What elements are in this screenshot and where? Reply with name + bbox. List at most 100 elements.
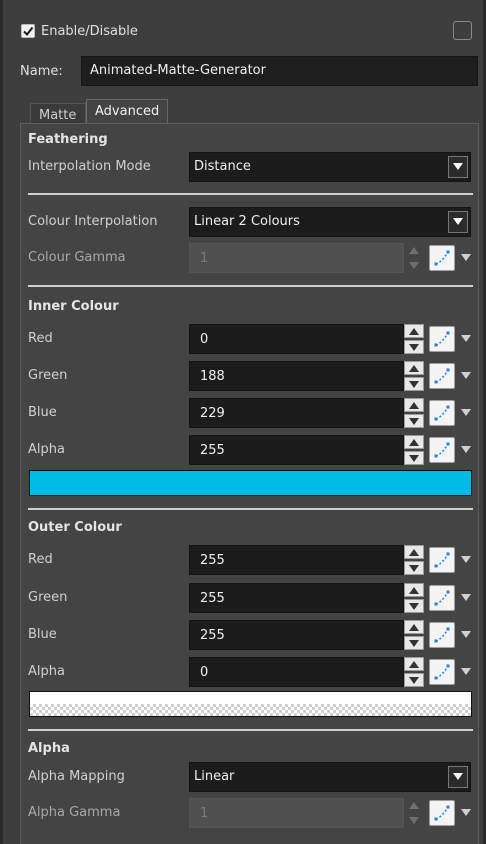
outer-colour-swatch[interactable]	[29, 691, 472, 717]
interpolation-mode-select[interactable]: Distance	[189, 152, 471, 182]
alpha-gamma-label: Alpha Gamma	[28, 805, 121, 820]
outer-alpha-stepper[interactable]	[404, 657, 424, 687]
arrow-up-icon	[409, 660, 419, 668]
function-curve-icon[interactable]	[429, 245, 455, 271]
arrow-down-icon	[409, 380, 419, 388]
interpolation-mode-label: Interpolation Mode	[28, 159, 151, 174]
arrow-up-icon	[409, 401, 419, 409]
tab-matte[interactable]: Matte	[30, 103, 86, 125]
outer-red-field[interactable]: 255	[189, 545, 404, 575]
arrow-up-icon	[409, 438, 419, 446]
tab-advanced[interactable]: Advanced	[86, 99, 168, 125]
inner-colour-title: Inner Colour	[28, 299, 119, 314]
name-label: Name:	[20, 64, 63, 79]
outer-blue-label: Blue	[28, 627, 57, 642]
colour-interpolation-select[interactable]: Linear 2 Colours	[189, 207, 471, 237]
chevron-down-icon[interactable]	[461, 631, 471, 639]
arrow-down-icon	[409, 417, 419, 425]
chevron-down-icon[interactable]	[461, 446, 471, 454]
outer-alpha-field[interactable]: 0	[189, 657, 404, 687]
alpha-mapping-label: Alpha Mapping	[28, 769, 125, 784]
chevron-down-icon[interactable]	[461, 254, 471, 262]
name-field[interactable]: Animated-Matte-Generator	[81, 56, 478, 86]
advanced-panel: Feathering Interpolation Mode Distance C…	[20, 123, 479, 844]
function-curve-icon[interactable]	[429, 326, 455, 352]
colour-interpolation-label: Colour Interpolation	[28, 214, 158, 229]
inner-green-label: Green	[28, 368, 68, 383]
inner-alpha-stepper[interactable]	[404, 435, 424, 465]
divider	[28, 285, 473, 287]
arrow-down-icon	[409, 639, 419, 647]
colour-gamma-field[interactable]: 1	[189, 243, 404, 273]
arrow-down-icon	[409, 676, 419, 684]
inner-alpha-label: Alpha	[28, 442, 65, 457]
chevron-down-icon[interactable]	[461, 335, 471, 343]
inner-colour-swatch[interactable]	[29, 470, 472, 496]
function-curve-icon[interactable]	[429, 622, 455, 648]
chevron-down-icon[interactable]	[461, 409, 471, 417]
function-curve-icon[interactable]	[429, 800, 455, 826]
enable-checkbox[interactable]	[21, 24, 35, 38]
chevron-down-icon[interactable]	[461, 668, 471, 676]
inner-alpha-field[interactable]: 255	[189, 435, 404, 465]
inner-blue-field[interactable]: 229	[189, 398, 404, 428]
function-curve-icon[interactable]	[429, 547, 455, 573]
layer-properties-panel: Enable/Disable Name: Animated-Matte-Gene…	[0, 0, 486, 844]
function-curve-icon[interactable]	[429, 363, 455, 389]
inner-blue-stepper[interactable]	[404, 398, 424, 428]
inner-red-stepper[interactable]	[404, 324, 424, 354]
alpha-mapping-select[interactable]: Linear	[189, 762, 471, 792]
outer-green-field[interactable]: 255	[189, 583, 404, 613]
alpha-mapping-value: Linear	[194, 769, 235, 784]
arrow-up-icon	[409, 364, 419, 372]
interpolation-mode-value: Distance	[194, 159, 251, 174]
outer-red-stepper[interactable]	[404, 545, 424, 575]
function-curve-icon[interactable]	[429, 659, 455, 685]
divider	[28, 729, 473, 731]
checkmark-icon	[23, 26, 34, 37]
enable-toggle[interactable]: Enable/Disable	[21, 20, 138, 42]
outer-colour-title: Outer Colour	[28, 520, 122, 535]
function-curve-icon[interactable]	[429, 437, 455, 463]
colour-interpolation-value: Linear 2 Colours	[194, 214, 300, 229]
arrow-up-icon	[409, 247, 419, 254]
arrow-up-icon	[409, 327, 419, 335]
outer-blue-stepper[interactable]	[404, 620, 424, 650]
inner-red-field[interactable]: 0	[189, 324, 404, 354]
enable-label: Enable/Disable	[41, 23, 138, 39]
colour-gamma-label: Colour Gamma	[28, 250, 126, 265]
chevron-down-icon[interactable]	[448, 766, 468, 788]
arrow-down-icon	[409, 262, 419, 269]
chevron-down-icon[interactable]	[461, 556, 471, 564]
arrow-up-icon	[409, 548, 419, 556]
arrow-down-icon	[409, 817, 419, 824]
outer-red-label: Red	[28, 552, 53, 567]
outer-green-label: Green	[28, 590, 68, 605]
outer-green-stepper[interactable]	[404, 583, 424, 613]
chevron-down-icon[interactable]	[461, 594, 471, 602]
alpha-gamma-field[interactable]: 1	[189, 798, 404, 828]
inner-red-label: Red	[28, 331, 53, 346]
arrow-up-icon	[409, 623, 419, 631]
function-curve-icon[interactable]	[429, 400, 455, 426]
feathering-title: Feathering	[28, 132, 108, 147]
divider	[28, 193, 473, 195]
inner-green-field[interactable]: 188	[189, 361, 404, 391]
function-curve-icon[interactable]	[429, 585, 455, 611]
arrow-up-icon	[409, 802, 419, 809]
inner-green-stepper[interactable]	[404, 361, 424, 391]
arrow-down-icon	[409, 564, 419, 572]
outer-alpha-label: Alpha	[28, 664, 65, 679]
arrow-down-icon	[409, 602, 419, 610]
chevron-down-icon[interactable]	[448, 211, 468, 233]
inner-blue-label: Blue	[28, 405, 57, 420]
colour-gamma-stepper[interactable]	[404, 243, 424, 273]
chevron-down-icon[interactable]	[461, 809, 471, 817]
chevron-down-icon[interactable]	[448, 156, 468, 178]
layer-color-swatch[interactable]	[453, 21, 472, 40]
arrow-up-icon	[409, 586, 419, 594]
outer-blue-field[interactable]: 255	[189, 620, 404, 650]
alpha-gamma-stepper[interactable]	[404, 798, 424, 828]
arrow-down-icon	[409, 454, 419, 462]
chevron-down-icon[interactable]	[461, 372, 471, 380]
